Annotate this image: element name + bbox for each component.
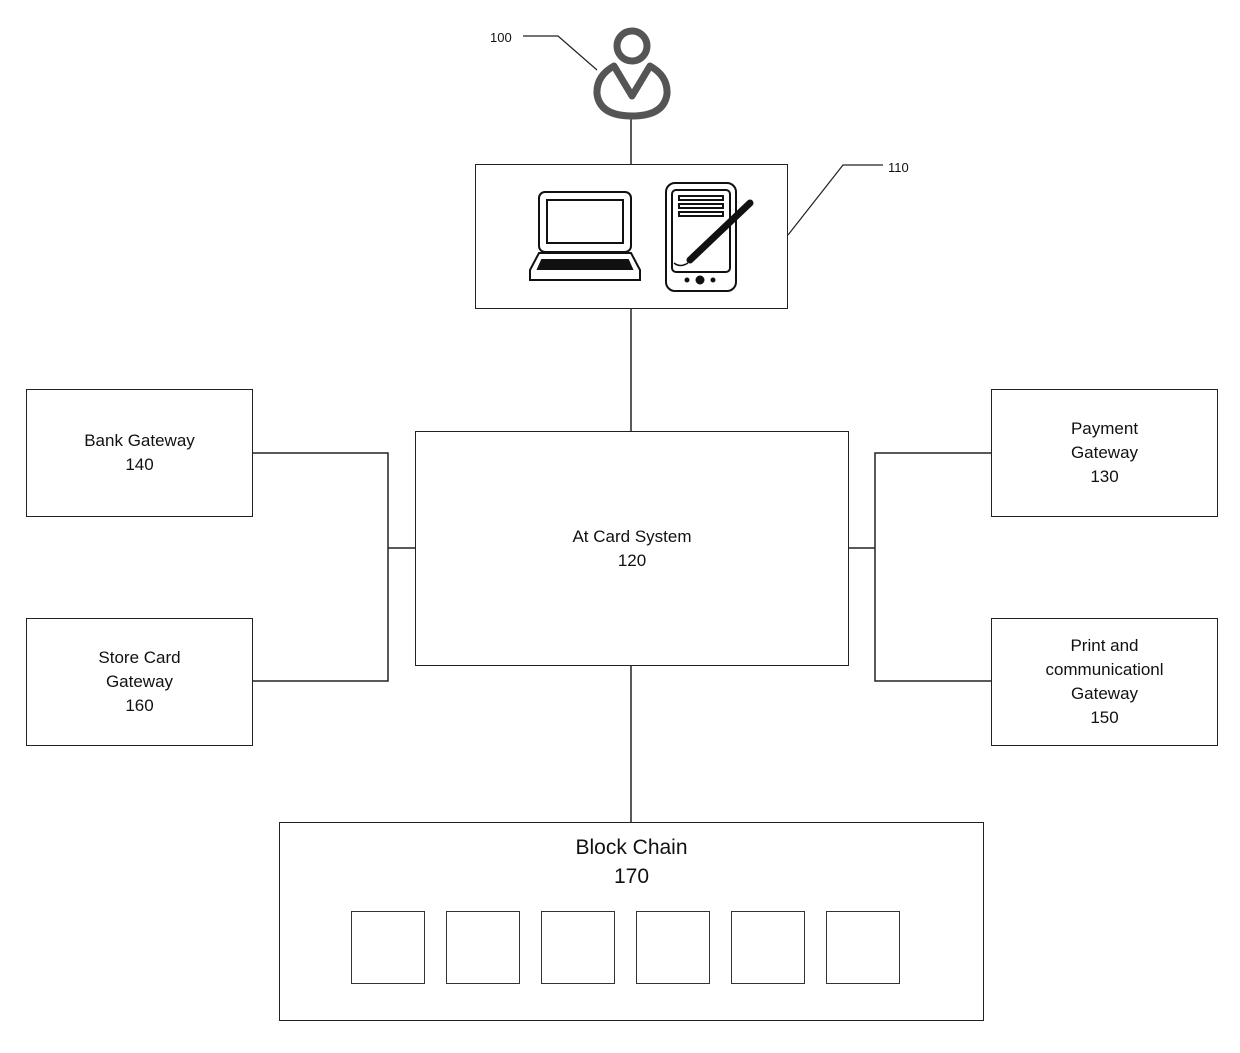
node-line: Payment <box>1070 419 1139 438</box>
user-icon <box>593 27 671 120</box>
chain-block <box>541 911 615 984</box>
user-devices-box <box>475 164 788 309</box>
node-line: Print and <box>1070 636 1139 655</box>
chain-block <box>731 911 805 984</box>
edge-left-gateways <box>253 452 389 682</box>
card-system-node: At Card System 120 <box>415 431 849 666</box>
node-line: 120 <box>617 550 647 570</box>
payment-gateway-node: Payment Gateway 130 <box>991 389 1218 517</box>
node-line: Store Card <box>98 648 181 667</box>
blockchain-node: Block Chain 170 <box>279 822 984 1021</box>
chain-block <box>351 911 425 984</box>
node-line: 160 <box>125 696 154 715</box>
node-line: 150 <box>1090 708 1119 727</box>
leader-line-100 <box>523 35 598 71</box>
ref-label-110: 110 <box>888 160 909 175</box>
chain-block <box>446 911 520 984</box>
chain-block <box>826 911 900 984</box>
node-line: communicationl <box>1045 660 1164 679</box>
node-line: 130 <box>1090 467 1119 486</box>
store-card-gateway-node: Store Card Gateway 160 <box>26 618 253 746</box>
node-line: 140 <box>125 455 154 474</box>
node-line: Gateway <box>105 672 174 691</box>
blockchain-title: Block Chain <box>575 836 688 859</box>
chain-block <box>636 911 710 984</box>
ref-label-100: 100 <box>490 30 512 45</box>
node-line: Gateway <box>1070 684 1139 703</box>
node-line: Bank Gateway <box>84 431 195 450</box>
edge-right-gateways <box>874 452 992 682</box>
node-line: At Card System <box>572 526 692 546</box>
blockchain-ref: 170 <box>613 865 650 888</box>
print-gateway-node: Print and communicationl Gateway 150 <box>991 618 1218 746</box>
bank-gateway-node: Bank Gateway 140 <box>26 389 253 517</box>
leader-line-110 <box>787 164 883 236</box>
node-line: Gateway <box>1070 443 1139 462</box>
